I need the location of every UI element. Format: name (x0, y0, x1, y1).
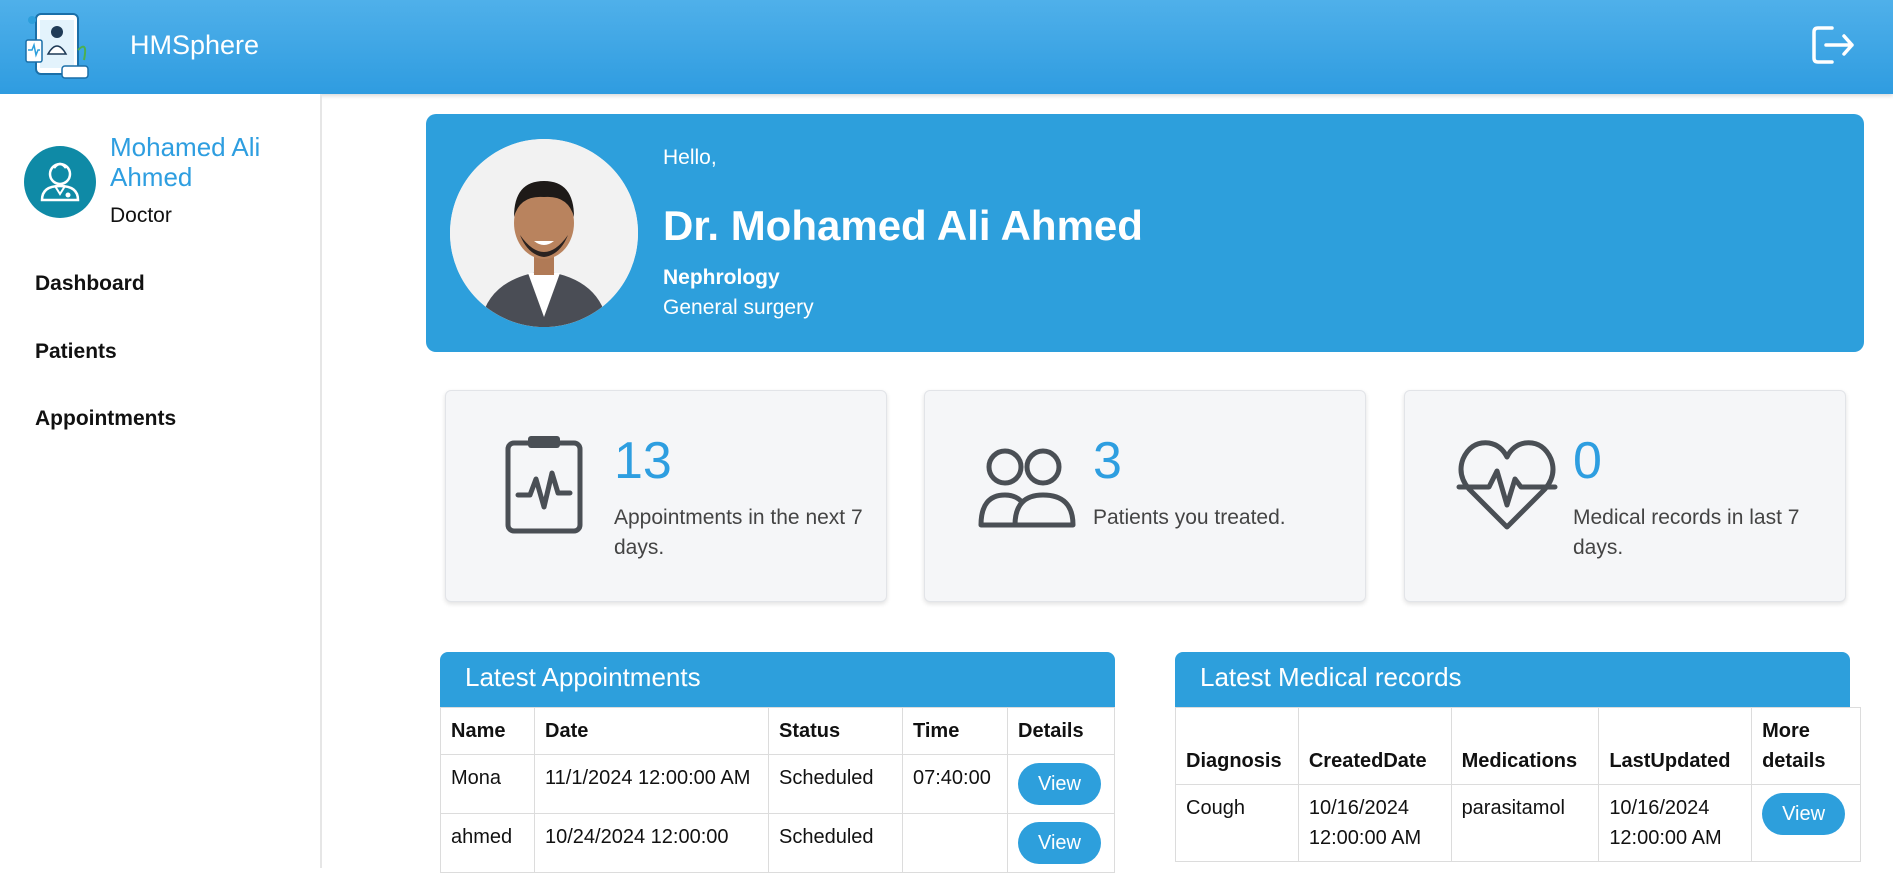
cell-name: Mona (440, 754, 535, 814)
column-header: LastUpdated (1598, 707, 1753, 785)
view-button[interactable]: View (1762, 793, 1846, 835)
cell-last-updated: 10/16/2024 12:00:00 AM (1598, 784, 1753, 862)
cell-more-details: View (1751, 784, 1861, 862)
stat-value: 13 (614, 432, 672, 490)
table-row: ahmed 10/24/2024 12:00:00 Scheduled View (440, 813, 1115, 873)
column-header: Date (534, 707, 769, 755)
sidebar-item-appointments[interactable]: Appointments (35, 407, 176, 431)
top-navbar: HMSphere (0, 0, 1893, 94)
stat-card-medical-records: 0 Medical records in last 7 days. (1404, 390, 1846, 602)
cell-time: 07:40:00 (902, 754, 1008, 814)
table-row: Cough 10/16/2024 12:00:00 AM parasitamol… (1175, 784, 1861, 862)
column-header: CreatedDate (1297, 707, 1452, 785)
department-text: Nephrology (663, 266, 780, 289)
cell-details: View (1007, 813, 1115, 873)
stat-card-patients: 3 Patients you treated. (924, 390, 1366, 602)
stat-label: Appointments in the next 7 days. (614, 506, 863, 559)
column-header: Name (440, 707, 535, 755)
user-role: Doctor (110, 204, 172, 227)
logout-icon[interactable] (1810, 24, 1856, 66)
stat-card-appointments: 13 Appointments in the next 7 days. (445, 390, 887, 602)
column-header: Status (768, 707, 903, 755)
heart-pulse-icon (1455, 433, 1559, 537)
cell-created-date: 10/16/2024 12:00:00 AM (1297, 784, 1452, 862)
clipboard-pulse-icon (496, 433, 600, 537)
panel-title: Latest Medical records (1175, 652, 1850, 707)
doctor-name-heading: Dr. Mohamed Ali Ahmed (663, 202, 1143, 249)
welcome-banner: Hello, Dr. Mohamed Ali Ahmed Nephrology … (426, 114, 1864, 352)
column-header: More details (1751, 707, 1861, 785)
latest-medical-records-panel: Latest Medical records Diagnosis Created… (1175, 652, 1861, 862)
stat-value: 0 (1573, 432, 1602, 490)
sidebar-item-dashboard[interactable]: Dashboard (35, 272, 145, 296)
cell-diagnosis: Cough (1175, 784, 1299, 862)
stat-label: Medical records in last 7 days. (1573, 506, 1800, 559)
column-header: Time (902, 707, 1008, 755)
sidebar-item-patients[interactable]: Patients (35, 340, 117, 364)
table-header-row: Name Date Status Time Details (440, 707, 1115, 755)
cell-status: Scheduled (768, 754, 903, 814)
appointments-table: Name Date Status Time Details Mona 11/1/… (440, 707, 1115, 873)
cell-name: ahmed (440, 813, 535, 873)
panel-title: Latest Appointments (440, 652, 1115, 707)
view-button[interactable]: View (1018, 763, 1101, 805)
greeting-text: Hello, (663, 146, 717, 169)
app-title: HMSphere (130, 30, 260, 60)
app-logo-icon (22, 10, 100, 84)
cell-date: 11/1/2024 12:00:00 AM (534, 754, 769, 814)
medical-records-table: Diagnosis CreatedDate Medications LastUp… (1175, 707, 1861, 862)
stat-label: Patients you treated. (1093, 506, 1286, 529)
table-header-row: Diagnosis CreatedDate Medications LastUp… (1175, 707, 1861, 785)
user-name: Mohamed Ali Ahmed (110, 132, 261, 192)
column-header: Diagnosis (1175, 707, 1299, 785)
view-button[interactable]: View (1018, 822, 1101, 864)
column-header: Medications (1450, 707, 1600, 785)
users-icon (975, 433, 1079, 537)
specialty-text: General surgery (663, 296, 814, 319)
column-header: Details (1007, 707, 1115, 755)
stat-value: 3 (1093, 432, 1122, 490)
sidebar: Mohamed Ali Ahmed Doctor Dashboard Patie… (0, 94, 322, 868)
table-row: Mona 11/1/2024 12:00:00 AM Scheduled 07:… (440, 754, 1115, 814)
doctor-photo (450, 139, 638, 327)
cell-time (902, 813, 1008, 873)
cell-date: 10/24/2024 12:00:00 (534, 813, 769, 873)
cell-status: Scheduled (768, 813, 903, 873)
latest-appointments-panel: Latest Appointments Name Date Status Tim… (440, 652, 1115, 873)
cell-medications: parasitamol (1450, 784, 1600, 862)
doctor-avatar-icon (24, 146, 96, 218)
cell-details: View (1007, 754, 1115, 814)
